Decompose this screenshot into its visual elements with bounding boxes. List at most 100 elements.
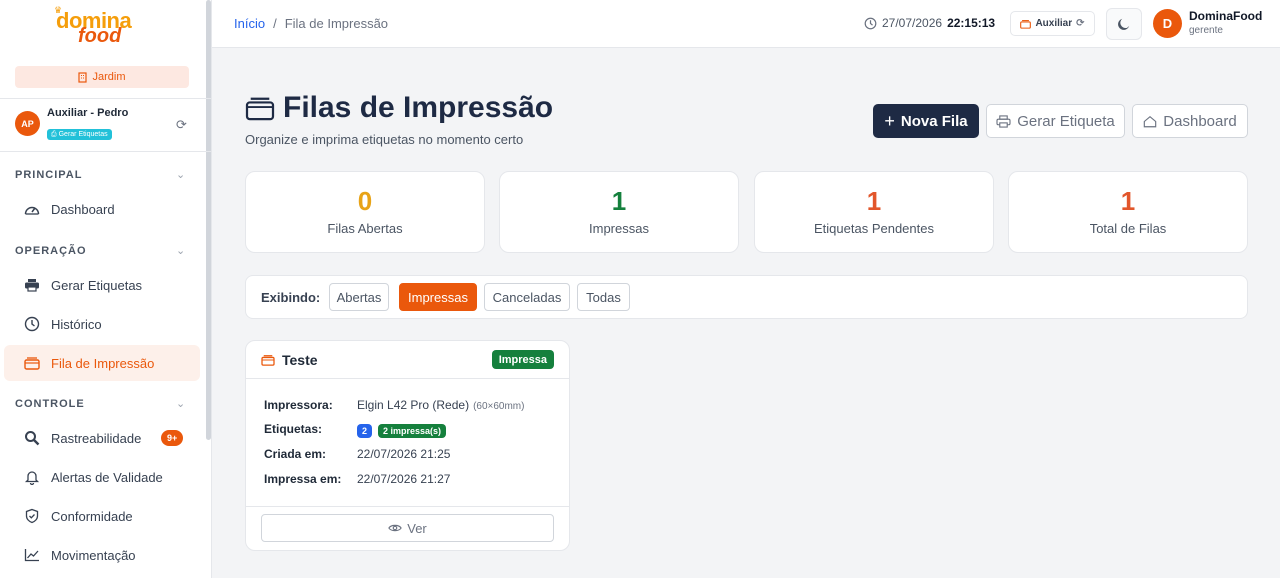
sidebar: ♛ domina food Jardim AP Auxiliar - Pedro… <box>0 0 212 578</box>
sidebar-item-alertas-de-validade[interactable]: Alertas de Validade <box>4 459 200 495</box>
breadcrumb-current: Fila de Impressão <box>284 16 389 31</box>
mode-label: Auxiliar <box>1035 18 1073 29</box>
section-title-principal[interactable]: PRINCIPAL <box>15 169 82 181</box>
stat-value: 1 <box>1120 186 1136 216</box>
sidebar-item-fila-de-impressao[interactable]: Fila de Impressão <box>4 345 200 381</box>
operator-role-label: Gerar Etiquetas <box>58 131 108 138</box>
labels-value: 2 2 impressa(s) <box>357 422 452 438</box>
stat-value: 1 <box>866 186 882 216</box>
sidebar-item-movimentacao[interactable]: Movimentação <box>4 537 200 573</box>
view-queue-button[interactable]: Ver <box>261 514 554 542</box>
section-title-operacao[interactable]: OPERAÇÃO <box>15 245 87 257</box>
divider <box>0 151 211 152</box>
sidebar-item-label: Rastreabilidade <box>51 430 142 446</box>
sidebar-item-label: Dashboard <box>51 201 115 217</box>
section-title-controle[interactable]: CONTROLE <box>15 398 85 410</box>
sidebar-item-label: Movimentação <box>51 547 136 563</box>
sidebar-item-dashboard[interactable]: Dashboard <box>4 191 200 227</box>
sidebar-item-gerar-etiquetas[interactable]: Gerar Etiquetas <box>4 267 200 303</box>
theme-toggle-button[interactable] <box>1106 8 1142 40</box>
stat-label: Etiquetas Pendentes <box>814 221 934 236</box>
eye-icon <box>388 524 403 532</box>
sync-icon: ⟳ <box>1076 18 1085 29</box>
bell-icon <box>23 469 41 485</box>
brand-logo[interactable]: ♛ domina food <box>54 5 152 48</box>
stat-card-pending-labels: 1 Etiquetas Pendentes <box>754 171 994 253</box>
stat-value: 0 <box>357 186 373 216</box>
current-date: 27/07/2026 <box>882 16 943 30</box>
printer-size: (60×60mm) <box>473 401 525 412</box>
filter-printed-button[interactable]: Impressas <box>399 283 477 311</box>
stat-label: Impressas <box>589 221 649 236</box>
created-value: 22/07/2026 21:25 <box>357 447 451 461</box>
sidebar-scrollbar[interactable] <box>206 0 211 440</box>
building-icon <box>78 71 88 83</box>
queue-created-row: Criada em: 22/07/2026 21:25 <box>264 447 450 461</box>
switch-user-icon[interactable]: ⟳ <box>176 117 187 133</box>
account-role: gerente <box>1189 25 1223 36</box>
sidebar-item-label: Histórico <box>51 316 102 332</box>
printer-icon: ⎙ <box>51 130 57 138</box>
generate-label-button[interactable]: Gerar Etiqueta <box>986 104 1125 138</box>
new-queue-button[interactable]: + Nova Fila <box>873 104 979 138</box>
breadcrumb: Início / Fila de Impressão <box>234 16 388 31</box>
queue-printed-row: Impressa em: 22/07/2026 21:27 <box>264 472 450 486</box>
stat-card-printed: 1 Impressas <box>499 171 739 253</box>
chart-line-icon <box>23 548 41 562</box>
chevron-down-icon[interactable]: ⌄ <box>176 244 185 257</box>
sidebar-item-conformidade[interactable]: Conformidade <box>4 498 200 534</box>
stat-card-open-queues: 0 Filas Abertas <box>245 171 485 253</box>
sidebar-item-historico[interactable]: Histórico <box>4 306 200 342</box>
top-header: Início / Fila de Impressão 27/07/2026 22… <box>212 0 1280 48</box>
breadcrumb-home-link[interactable]: Início <box>234 16 265 31</box>
printed-label: Impressa em: <box>264 472 342 486</box>
home-icon <box>1144 115 1157 127</box>
shield-icon <box>23 508 41 524</box>
notification-count-badge: 9+ <box>161 430 184 446</box>
status-badge: Impressa <box>491 350 554 369</box>
queue-card-header: Teste Impressa <box>246 341 569 379</box>
tray-icon <box>245 97 275 121</box>
filter-all-button[interactable]: Todas <box>577 283 630 311</box>
stat-label: Filas Abertas <box>327 221 403 236</box>
queue-labels-row: Etiquetas: 2 2 impressa(s) <box>264 422 452 438</box>
queue-card-footer: Ver <box>246 506 569 550</box>
store-selector[interactable]: Jardim <box>15 66 189 88</box>
avatar: AP <box>15 111 40 136</box>
queue-printer-row: Impressora: Elgin L42 Pro (Rede) (60×60mm… <box>264 398 524 412</box>
moon-icon <box>1118 18 1130 30</box>
chevron-down-icon[interactable]: ⌄ <box>176 168 185 181</box>
operator-name: Auxiliar - Pedro <box>47 107 129 119</box>
generate-label-text: Gerar Etiqueta <box>1017 112 1115 130</box>
printer-name: Elgin L42 Pro (Rede) <box>357 398 470 412</box>
logo-text-bottom: food <box>78 25 122 47</box>
stat-value: 1 <box>611 186 627 216</box>
filter-canceled-button[interactable]: Canceladas <box>484 283 570 311</box>
sidebar-item-label: Alertas de Validade <box>51 469 163 485</box>
new-queue-label: Nova Fila <box>900 112 968 130</box>
chevron-down-icon[interactable]: ⌄ <box>176 397 185 410</box>
printer-icon <box>23 278 41 292</box>
tray-icon <box>1020 19 1032 29</box>
page-subtitle: Organize e imprima etiquetas no momento … <box>245 132 524 147</box>
divider <box>0 98 211 99</box>
dashboard-button[interactable]: Dashboard <box>1132 104 1248 138</box>
sidebar-item-rastreabilidade[interactable]: Rastreabilidade 9+ <box>4 420 200 456</box>
page-heading: Filas de Impressão <box>283 91 554 124</box>
queue-name: Teste <box>282 352 318 368</box>
printer-icon <box>996 114 1011 128</box>
clock-icon <box>23 316 41 332</box>
printed-value: 22/07/2026 21:27 <box>357 472 451 486</box>
store-name: Jardim <box>92 71 126 83</box>
filter-label: Exibindo: <box>261 290 321 305</box>
filter-open-button[interactable]: Abertas <box>329 283 389 311</box>
clock-icon <box>864 17 877 29</box>
queue-title: Teste <box>261 352 318 368</box>
avatar[interactable]: D <box>1153 9 1182 38</box>
tray-icon <box>261 355 275 366</box>
stat-label: Total de Filas <box>1089 221 1167 236</box>
account-name[interactable]: DominaFood <box>1189 9 1262 23</box>
dashboard-button-label: Dashboard <box>1163 112 1237 130</box>
switch-mode-button[interactable]: Auxiliar ⟳ <box>1010 11 1095 36</box>
current-time: 22:15:13 <box>947 16 996 30</box>
